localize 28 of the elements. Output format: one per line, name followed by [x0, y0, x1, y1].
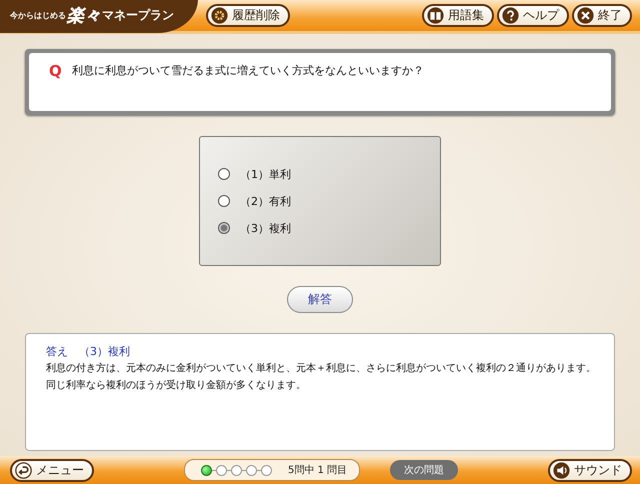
answer-text: 利息の付き方は、元本のみに金利がついていく単利と、元本＋利息に、さらに利息がついていく複利の２通りがあります。 [46, 362, 597, 376]
answer-text: 同じ利率なら複利のほうが受け取り金額が多くなります。 [46, 378, 307, 393]
glossary-button[interactable]: 用語集 [422, 4, 494, 27]
answer-option[interactable]: （3）複利 [218, 219, 440, 237]
logo-accent: 楽々 [67, 5, 101, 27]
question-mark: Q [49, 63, 62, 79]
question-text: 利息に利息がついて雪だるま式に増えていく方式をなんといいますか？ [72, 63, 424, 79]
radio-button[interactable] [218, 168, 230, 180]
logo-prefix: 今からはじめる [10, 10, 66, 21]
radio-button[interactable] [218, 222, 230, 234]
answer-button[interactable]: 解答 [287, 286, 353, 313]
answer-title: 答え （3）複利 [46, 344, 131, 360]
return-icon [15, 462, 32, 478]
next-question-button[interactable]: 次の問題 [390, 460, 458, 480]
answer-option[interactable]: （1）単利 [218, 165, 440, 183]
menu-button[interactable]: メニュー [10, 458, 94, 482]
gear-icon [211, 7, 228, 24]
help-icon [502, 7, 519, 24]
close-icon [577, 7, 594, 24]
logo-title: マネープラン [102, 7, 174, 24]
progress-text: 5問中 1 問目 [288, 464, 348, 477]
clear-history-button[interactable]: 履歴削除 [206, 4, 290, 27]
sound-button[interactable]: サウンド [548, 458, 632, 482]
exit-button[interactable]: 終了 [572, 4, 632, 27]
speaker-icon [553, 462, 570, 478]
help-button[interactable]: ヘルプ [497, 4, 569, 27]
answer-option[interactable]: （2）有利 [218, 192, 440, 210]
radio-button[interactable] [218, 195, 230, 207]
